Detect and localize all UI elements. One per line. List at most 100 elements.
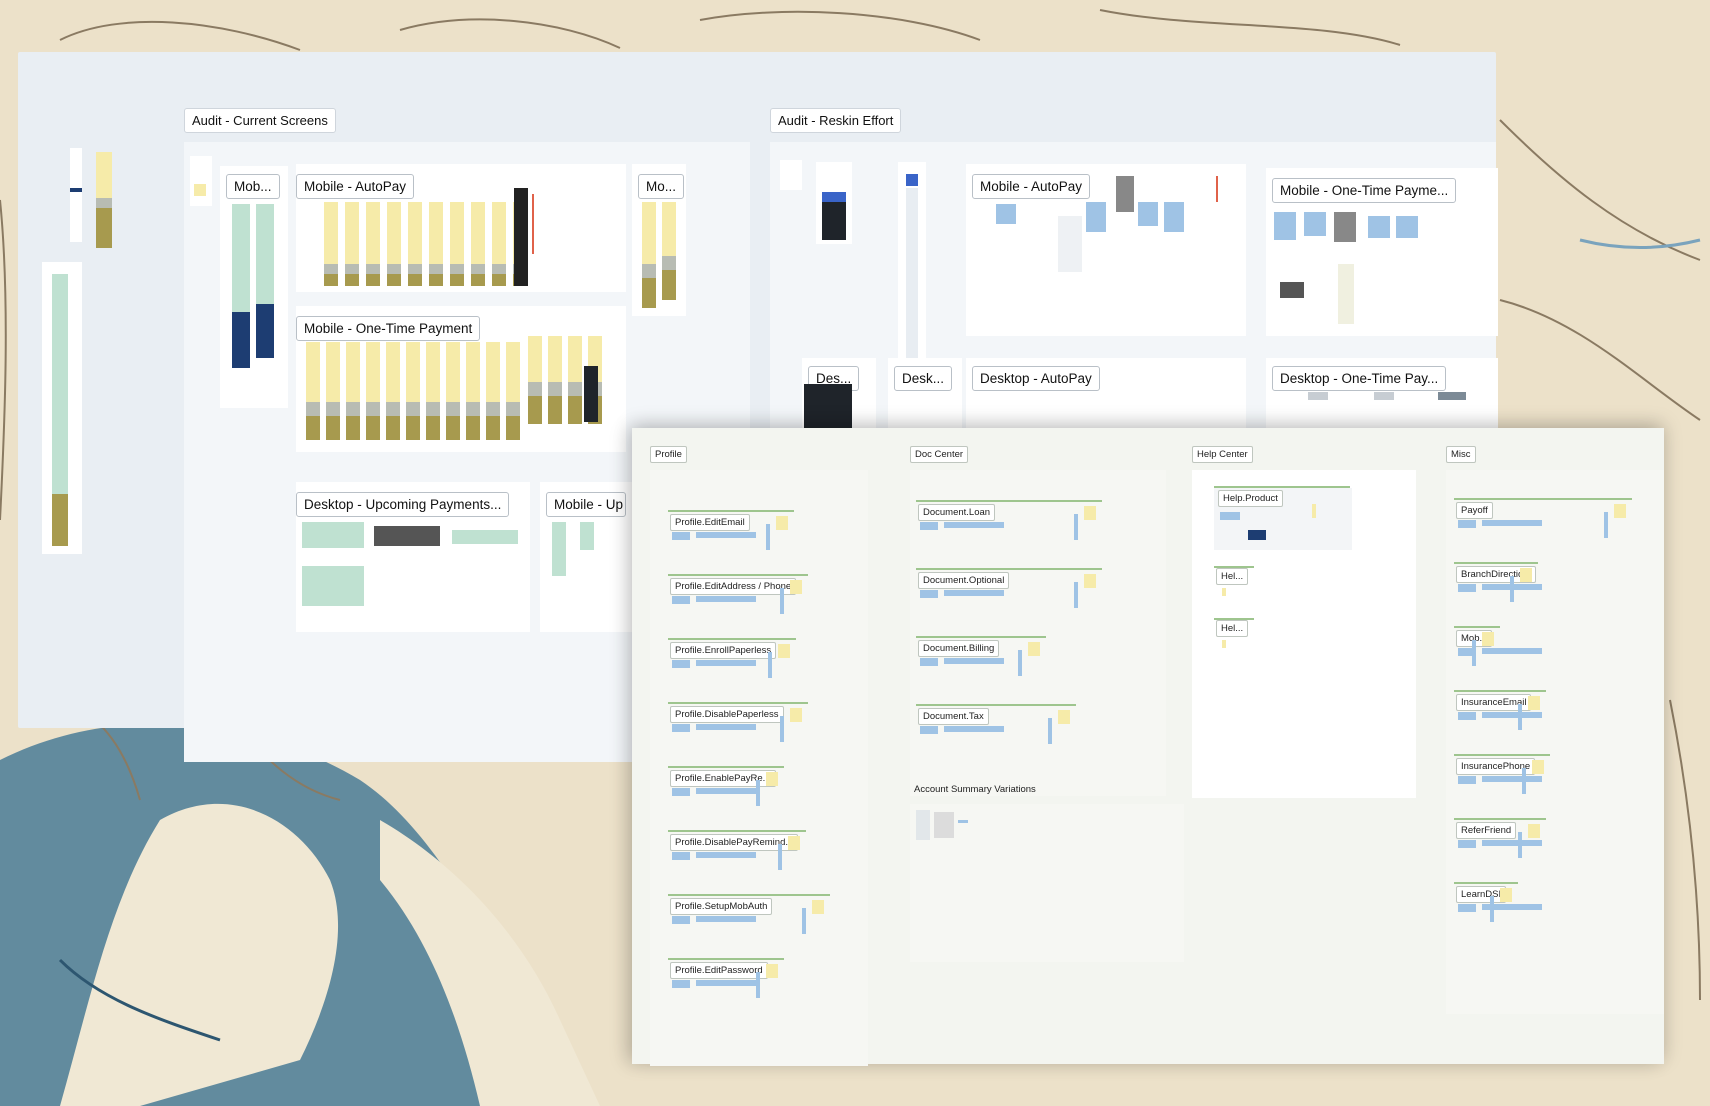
screen-column [548,336,562,382]
frame-group-mob[interactable] [220,166,288,408]
frame-label-mobile-up[interactable]: Mobile - Up [546,492,626,517]
frame-mini[interactable] [190,156,212,206]
screen-thumb [944,522,1004,528]
screen-column [429,202,443,264]
flow-label[interactable]: ReferFriend [1456,822,1517,839]
sections-canvas[interactable]: Profile Profile.EditEmail Profile.EditAdd… [632,428,1664,1066]
frame-long-strip [906,188,918,358]
screen-column [662,270,676,300]
screen-thumb [696,724,756,730]
flow-line [1454,626,1500,628]
flow-line [668,574,808,576]
screen-column [232,204,250,312]
screen-thumb [1482,632,1494,646]
screen-thumb [788,836,800,850]
screen-thumb [672,980,690,988]
screen-column [429,274,443,286]
frame-label-mob[interactable]: Mob... [226,174,280,199]
flow-label[interactable]: Profile.DisablePaperless [670,706,784,723]
screen-thumb [944,658,1004,664]
flow-label[interactable]: Payoff [1456,502,1493,519]
screen-column [662,202,676,256]
help-item-hel-2[interactable]: Hel... [1216,620,1249,637]
frame-label-desktop-upcoming[interactable]: Desktop - Upcoming Payments... [296,492,510,517]
screen-column [406,416,420,440]
frame-label-reskin-mobile-one-time[interactable]: Mobile - One-Time Payme... [1272,178,1457,203]
account-summary-variations-title[interactable]: Account Summary Variations [914,784,1036,795]
screen-thumb [1510,576,1514,602]
screen-column [506,402,520,416]
screen-thumb [1482,648,1542,654]
flow-label[interactable]: Profile.EditAddress / Phone [670,578,797,595]
screen-thumb [1458,776,1476,784]
screen-thumb [1458,520,1476,528]
screen-column [642,278,656,308]
screen-thumb [1482,840,1542,846]
screen-thumb [1604,512,1608,538]
screen-column [486,342,500,402]
screen-column [386,342,400,402]
reskin-screen [1338,264,1354,324]
screen-thumb [1058,710,1070,724]
flow-label[interactable]: Profile.EditPassword [670,962,768,979]
screen-column [528,396,542,424]
screen-thumb [1528,824,1540,838]
help-item-hel-1[interactable]: Hel... [1216,568,1249,585]
flow-label[interactable]: Document.Tax [918,708,989,725]
reskin-screen [996,204,1016,224]
screen-column [568,396,582,424]
screen-thumb [696,532,756,538]
frame-label-mo[interactable]: Mo... [638,174,685,199]
reskin-screen [1058,216,1082,272]
screen-column [345,274,359,286]
summary-thumbnail [934,812,954,838]
section-title-current-screens[interactable]: Audit - Current Screens [184,108,336,133]
screen-thumb [672,596,690,604]
flow-label[interactable]: Document.Optional [918,572,1010,589]
screen-column [408,274,422,286]
screen-column [506,416,520,440]
flow-label[interactable]: Document.Billing [918,640,1000,657]
frame-label-reskin-desktop-one-time[interactable]: Desktop - One-Time Pay... [1272,366,1447,391]
frame-label-reskin-mobile-autopay[interactable]: Mobile - AutoPay [972,174,1091,199]
section-title-misc[interactable]: Misc [1446,446,1476,463]
screen-thumb [790,580,802,594]
screen-thumb [812,900,824,914]
flow-line [668,958,784,960]
flow-line [916,704,1076,706]
screen-thumb [756,972,760,998]
help-item-product[interactable]: Help.Product [1218,490,1283,507]
screen-column [386,402,400,416]
flow-label[interactable]: Profile.EnrollPaperless [670,642,777,659]
screen-thumb [776,516,788,530]
screen-thumb [778,844,782,870]
flow-label[interactable]: Document.Loan [918,504,996,521]
screen-column [345,202,359,264]
thumbnail-frame-b[interactable] [96,152,112,198]
section-title-profile[interactable]: Profile [650,446,687,463]
screen-column [406,342,420,402]
screen-thumb [944,590,1004,596]
screen-thumb [696,916,756,922]
frame-mini-strip [194,184,206,196]
section-title-doc-center[interactable]: Doc Center [910,446,969,463]
help-screen [1248,530,1266,540]
thumbnail-strip [96,208,112,248]
flow-label[interactable]: LearnDSI [1456,886,1507,903]
screen-column [408,264,422,274]
section-title-help-center[interactable]: Help Center [1192,446,1253,463]
frame-label-desk[interactable]: Desk... [894,366,953,391]
frame-label-reskin-desktop-autopay[interactable]: Desktop - AutoPay [972,366,1100,391]
section-title-reskin-effort[interactable]: Audit - Reskin Effort [770,108,902,133]
thumbnail-frame-a[interactable] [70,148,82,242]
flow-line [668,510,794,512]
screen-thumb [1528,696,1540,710]
screen-thumb [944,726,1004,732]
frame-mini[interactable] [780,160,802,190]
flow-label[interactable]: Profile.SetupMobAuth [670,898,773,915]
frame-dark-fill [822,202,846,240]
flow-label[interactable]: Profile.EditEmail [670,514,750,531]
screen-column [528,336,542,382]
screen-column [326,342,340,402]
help-screen [1222,640,1226,648]
